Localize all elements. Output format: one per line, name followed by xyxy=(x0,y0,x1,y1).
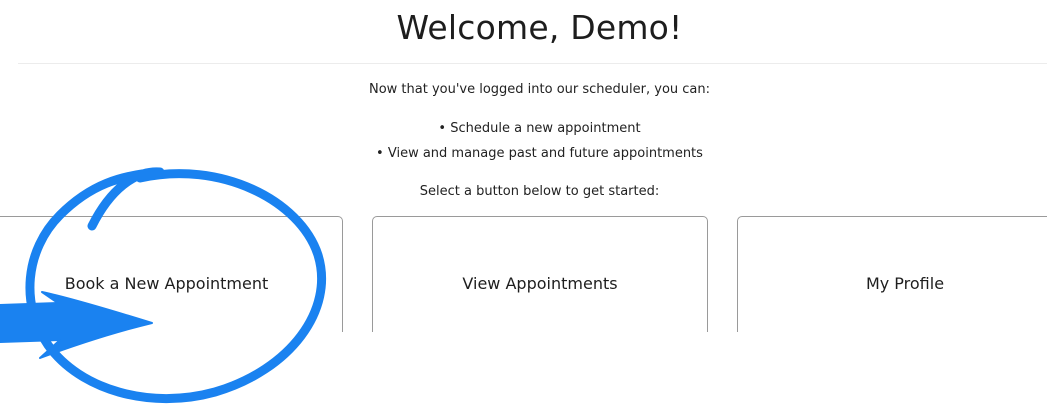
my-profile-label: My Profile xyxy=(865,274,945,293)
welcome-page: Welcome, Demo! Now that you've logged in… xyxy=(0,0,1047,408)
select-prompt: Select a button below to get started: xyxy=(419,184,660,199)
bullet-schedule: • Schedule a new appointment xyxy=(438,121,641,136)
intro-text: Now that you've logged into our schedule… xyxy=(368,82,711,97)
bullet-manage: • View and manage past and future appoin… xyxy=(376,146,703,161)
view-appointments-label: View Appointments xyxy=(462,274,618,293)
content-clip xyxy=(0,332,1047,408)
book-appointment-label: Book a New Appointment xyxy=(64,274,269,293)
page-title: Welcome, Demo! xyxy=(396,8,683,47)
header-divider xyxy=(18,63,1047,64)
